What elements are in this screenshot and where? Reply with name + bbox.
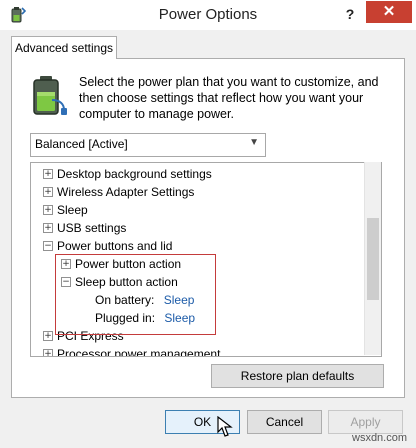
tree-item-label: Processor power management	[57, 347, 221, 357]
tree-item-label: Sleep	[57, 203, 88, 217]
tree-item-label: Wireless Adapter Settings	[57, 185, 195, 199]
power-options-window: Power Options ? ✕ Advanced settings Sele…	[0, 0, 416, 448]
tree-item-processor-power[interactable]: + Processor power management	[43, 345, 221, 357]
tree-scrollbar[interactable]	[364, 162, 381, 355]
power-plan-select-value: Balanced [Active]	[35, 137, 128, 151]
expand-icon[interactable]: +	[43, 349, 53, 356]
close-button[interactable]: ✕	[366, 1, 412, 23]
tree-item-power-buttons-lid[interactable]: − Power buttons and lid	[43, 237, 172, 255]
expand-icon[interactable]: +	[43, 223, 53, 233]
tree-item-desktop-background[interactable]: + Desktop background settings	[43, 165, 212, 183]
restore-plan-defaults-button[interactable]: Restore plan defaults	[211, 364, 384, 388]
cancel-button[interactable]: Cancel	[247, 410, 322, 434]
intro-text: Select the power plan that you want to c…	[79, 75, 379, 121]
annotation-highlight-box	[55, 254, 216, 335]
tree-item-label: Power buttons and lid	[57, 239, 173, 253]
chevron-down-icon[interactable]: ▼	[249, 137, 259, 148]
tree-item-label: Desktop background settings	[57, 167, 212, 181]
help-button[interactable]: ?	[338, 2, 362, 26]
tab-advanced-settings[interactable]: Advanced settings	[11, 36, 117, 59]
mouse-cursor-icon	[217, 416, 233, 437]
watermark: wsxdn.com	[352, 432, 408, 444]
scrollbar-thumb[interactable]	[367, 218, 379, 300]
battery-icon	[33, 76, 67, 115]
expand-icon[interactable]: +	[43, 331, 53, 341]
tree-item-label: USB settings	[57, 221, 127, 235]
tree-item-usb-settings[interactable]: + USB settings	[43, 219, 126, 237]
title-bar: Power Options ? ✕	[0, 0, 416, 30]
power-plan-select[interactable]: Balanced [Active] ▼	[30, 133, 266, 157]
expand-icon[interactable]: +	[43, 187, 53, 197]
collapse-icon[interactable]: −	[43, 241, 53, 251]
expand-icon[interactable]: +	[43, 169, 53, 179]
apply-button[interactable]: Apply	[328, 410, 403, 434]
tree-item-wireless-adapter[interactable]: + Wireless Adapter Settings	[43, 183, 194, 201]
expand-icon[interactable]: +	[43, 205, 53, 215]
tree-item-sleep[interactable]: + Sleep	[43, 201, 88, 219]
